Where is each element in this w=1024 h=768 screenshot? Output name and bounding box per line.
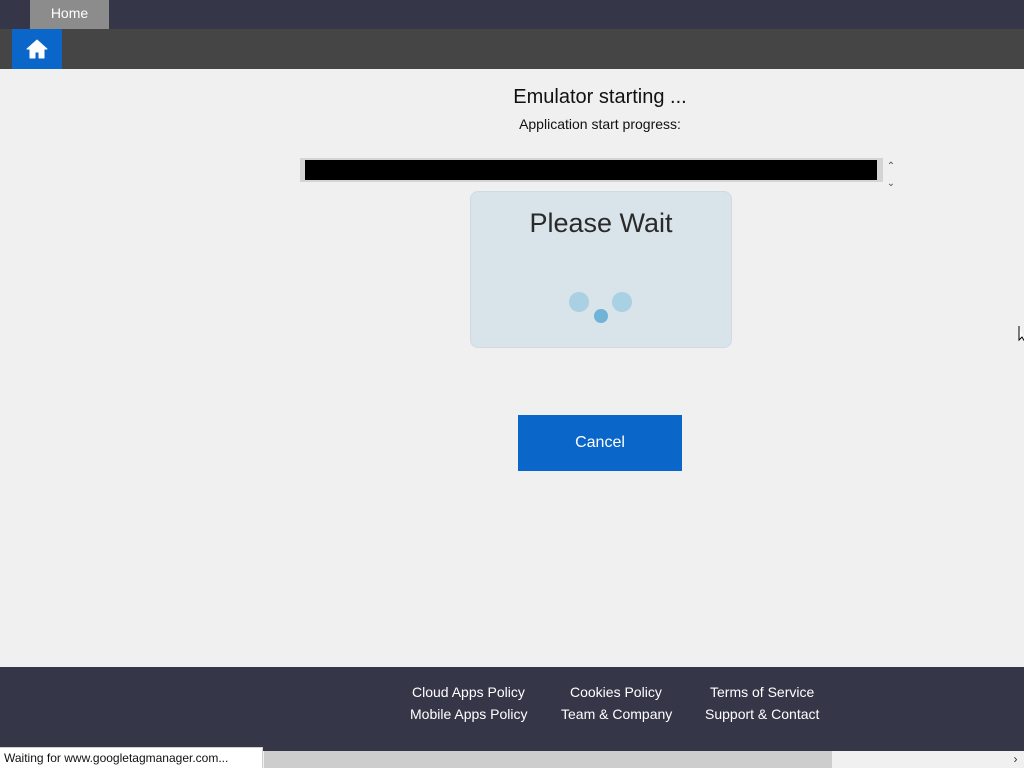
loading-dot <box>612 292 632 312</box>
footer-link-cloud-apps-policy[interactable]: Cloud Apps Policy <box>412 684 525 700</box>
home-button[interactable] <box>12 29 62 69</box>
progress-bar <box>300 158 883 182</box>
scrollbar-thumb[interactable] <box>264 751 832 768</box>
loading-dot <box>569 292 589 312</box>
mouse-cursor-icon <box>1018 326 1024 342</box>
home-icon <box>26 39 48 59</box>
wait-dialog: Please Wait <box>470 191 732 348</box>
footer-link-mobile-apps-policy[interactable]: Mobile Apps Policy <box>410 706 528 722</box>
chevron-down-icon[interactable]: ⌄ <box>884 177 898 190</box>
footer-link-cookies-policy[interactable]: Cookies Policy <box>570 684 662 700</box>
progress-label: Application start progress: <box>519 116 681 132</box>
progress-fill <box>305 160 877 180</box>
status-bar: Waiting for www.googletagmanager.com... <box>0 747 263 768</box>
toolbar <box>0 29 1024 69</box>
horizontal-scrollbar[interactable]: › <box>264 751 1024 768</box>
main-content: Emulator starting ... Application start … <box>0 69 1024 667</box>
footer-link-support-contact[interactable]: Support & Contact <box>705 706 819 722</box>
wait-text: Please Wait <box>529 208 673 238</box>
footer-link-team-company[interactable]: Team & Company <box>561 706 672 722</box>
footer-link-terms-of-service[interactable]: Terms of Service <box>710 684 814 700</box>
cancel-button[interactable]: Cancel <box>518 415 682 471</box>
chevron-up-icon[interactable]: ⌃ <box>884 160 898 173</box>
loading-dot <box>594 309 608 323</box>
top-tab-bar: Home <box>0 0 1024 29</box>
footer: Cloud Apps Policy Cookies Policy Terms o… <box>0 667 1024 751</box>
chevron-right-icon[interactable]: › <box>1007 751 1024 768</box>
tab-home[interactable]: Home <box>30 0 109 29</box>
page-title: Emulator starting ... <box>513 86 687 108</box>
